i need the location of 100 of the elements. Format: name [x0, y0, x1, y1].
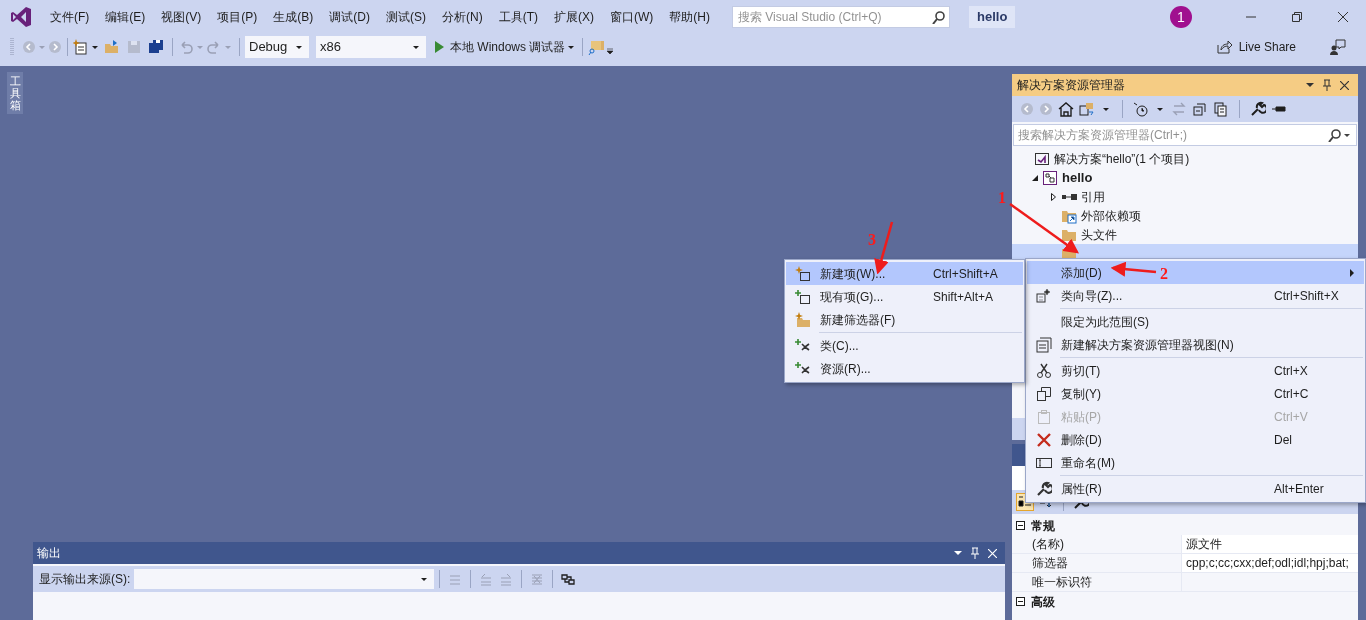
- switch-views-icon[interactable]: [1079, 101, 1095, 117]
- play-icon: [434, 41, 444, 53]
- forward-icon[interactable]: [48, 40, 62, 54]
- menu-item[interactable]: 新建解决方案资源管理器视图(N): [1027, 333, 1364, 356]
- property-name: 筛选器: [1032, 555, 1068, 572]
- collapsed-icon[interactable]: [1050, 192, 1058, 201]
- caret-icon: [568, 45, 575, 49]
- property-value: 源文件: [1186, 536, 1222, 553]
- solution-icon: [1034, 150, 1050, 167]
- new-project-icon[interactable]: [73, 39, 89, 55]
- share-icon: [1216, 39, 1233, 55]
- property-value: cpp;c;cc;cxx;def;odl;idl;hpj;bat;: [1186, 555, 1349, 572]
- menu-item[interactable]: 编辑(E): [97, 8, 154, 26]
- menu-item[interactable]: 类向导(Z)... Ctrl+Shift+X: [1027, 284, 1364, 307]
- menu-item[interactable]: 工具(T): [490, 8, 546, 26]
- dropdown-icon[interactable]: [954, 551, 962, 555]
- close-icon[interactable]: [1340, 80, 1349, 90]
- caret-icon: [421, 577, 428, 581]
- caret-icon: [39, 45, 45, 49]
- annotation-number: 1: [998, 190, 1006, 206]
- menu-item[interactable]: 文件(F): [42, 8, 98, 26]
- history-icon[interactable]: [1133, 101, 1149, 117]
- overflow-icon[interactable]: [607, 47, 614, 55]
- tree-item[interactable]: 外部依赖项: [1012, 206, 1358, 225]
- existing-item-icon: [795, 288, 811, 305]
- grip-icon: [10, 37, 14, 57]
- copy-icon: [1036, 385, 1052, 402]
- toolbox-tab[interactable]: 工具箱: [7, 72, 23, 115]
- menu-item[interactable]: 视图(V): [153, 8, 210, 26]
- menu-item[interactable]: 剪切(T) Ctrl+X: [1027, 359, 1364, 382]
- wrench-icon: [1036, 480, 1052, 497]
- search-field[interactable]: 搜索 Visual Studio (Ctrl+Q): [732, 6, 950, 28]
- add-resource-icon: [795, 360, 811, 377]
- search-field[interactable]: 搜索解决方案资源管理器(Ctrl+;): [1013, 124, 1357, 146]
- menu-item[interactable]: 调试(D): [321, 8, 378, 26]
- menu-item[interactable]: 新建项(W)... Ctrl+Shift+A: [786, 262, 1023, 285]
- menu-item[interactable]: 窗口(W): [602, 8, 662, 26]
- save-all-icon[interactable]: [148, 39, 164, 55]
- caret-icon: [1103, 107, 1109, 111]
- restore-icon: [1292, 12, 1302, 22]
- configuration-dropdown[interactable]: Debug: [245, 36, 309, 58]
- field-label: 显示输出来源(S):: [39, 571, 131, 588]
- caret-icon: [1344, 133, 1350, 137]
- panel-title: 输出: [37, 545, 61, 562]
- platform-dropdown[interactable]: x86: [316, 36, 426, 58]
- visual-studio-logo: [10, 6, 32, 28]
- tree-item[interactable]: hello: [1012, 168, 1358, 187]
- open-folder-icon[interactable]: [104, 39, 120, 55]
- menu-item[interactable]: 项目(P): [209, 8, 266, 26]
- caret-icon: [413, 45, 419, 49]
- category-label: 高级: [1031, 593, 1055, 611]
- back-icon[interactable]: [1020, 102, 1034, 116]
- caret-icon: [225, 45, 231, 49]
- menu-item[interactable]: 资源(R)...: [786, 357, 1023, 380]
- class-wizard-icon: [1036, 287, 1052, 304]
- menu-item[interactable]: 帮助(H): [661, 8, 718, 26]
- notification-badge[interactable]: 1: [1170, 6, 1192, 28]
- run-button[interactable]: 本地 Windows 调试器: [434, 36, 566, 58]
- menu-item[interactable]: 测试(S): [378, 8, 434, 26]
- project-icon: [1042, 169, 1058, 186]
- caret-icon: [92, 45, 98, 49]
- annotation-number: 3: [868, 232, 876, 248]
- scissors-icon: [1036, 362, 1052, 379]
- menu-item[interactable]: 复制(Y) Ctrl+C: [1027, 382, 1364, 405]
- tree-item[interactable]: 解决方案“hello”(1 个项目): [1012, 149, 1358, 168]
- live-share-button[interactable]: Live Share: [1216, 38, 1296, 56]
- properties-icon[interactable]: [1250, 101, 1266, 117]
- dropdown-icon[interactable]: [1306, 83, 1314, 87]
- new-folder-icon: [795, 311, 811, 328]
- collapse-icon[interactable]: [1016, 597, 1025, 606]
- word-wrap-icon[interactable]: [561, 572, 576, 586]
- new-view-icon: [1036, 336, 1052, 353]
- show-all-files-icon[interactable]: [1213, 101, 1229, 117]
- tree-item[interactable]: 引用: [1012, 187, 1358, 206]
- expanded-icon[interactable]: [1031, 173, 1039, 182]
- caret-icon: [197, 45, 203, 49]
- menu-item[interactable]: 新建筛选器(F): [786, 308, 1023, 331]
- project-name: hello: [969, 6, 1016, 28]
- pin-icon[interactable]: [1322, 79, 1332, 91]
- add-class-icon: [795, 337, 811, 354]
- menu-item[interactable]: 重命名(M): [1027, 451, 1364, 474]
- menu-item[interactable]: 属性(R) Alt+Enter: [1027, 477, 1364, 500]
- collapse-icon[interactable]: [1016, 521, 1025, 530]
- menu-item[interactable]: 分析(N): [434, 8, 491, 26]
- menu-item[interactable]: 类(C)...: [786, 334, 1023, 357]
- menu-item[interactable]: 现有项(G)... Shift+Alt+A: [786, 285, 1023, 308]
- forward-icon[interactable]: [1039, 102, 1053, 116]
- close-icon: [1338, 12, 1348, 22]
- menu-item[interactable]: 扩展(X): [546, 8, 602, 26]
- search-icon: [931, 10, 945, 24]
- menu-item[interactable]: 限定为此范围(S): [1027, 310, 1364, 333]
- menu-item[interactable]: 删除(D) Del: [1027, 428, 1364, 451]
- menu-item[interactable]: 生成(B): [265, 8, 322, 26]
- back-icon[interactable]: [22, 40, 36, 54]
- tree-item[interactable]: 头文件: [1012, 225, 1358, 244]
- collapse-all-icon[interactable]: [1192, 101, 1208, 117]
- home-icon[interactable]: [1058, 101, 1074, 117]
- property-name: 唯一标识符: [1032, 574, 1092, 591]
- annotation-arrow: [1009, 203, 1080, 254]
- feedback-icon[interactable]: [1330, 39, 1346, 55]
